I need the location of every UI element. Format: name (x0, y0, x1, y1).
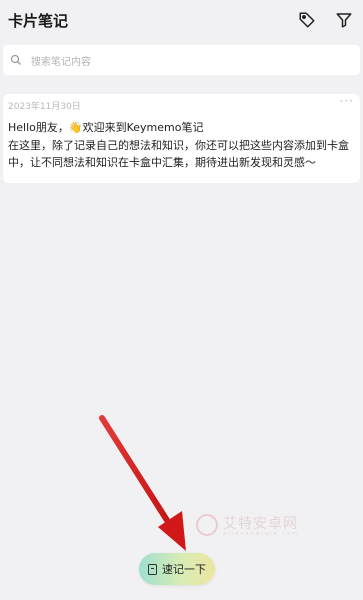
search-icon (10, 51, 22, 70)
note-content: Hello朋友，👋欢迎来到Keymemo笔记 在这里，除了记录自己的想法和知识，… (8, 119, 356, 172)
watermark-subtext: aitenandroid.com (223, 531, 299, 537)
note-card[interactable]: 2023年11月30日 ··· Hello朋友，👋欢迎来到Keymemo笔记 在… (3, 94, 360, 183)
watermark-text: 艾特安卓网 (223, 516, 298, 532)
waving-hand-icon: 👋 (68, 121, 83, 134)
watermark-logo-icon (196, 514, 218, 536)
quick-note-button[interactable]: 速记一下 (139, 553, 215, 585)
page-title: 卡片笔记 (8, 12, 69, 30)
search-input[interactable]: 搜索笔记内容 (31, 53, 91, 68)
red-arrow-annotation (99, 415, 186, 551)
note-welcome: 欢迎来到Keymemo笔记 (82, 121, 204, 134)
watermark: 艾特安卓网 aitenandroid.com (196, 512, 316, 540)
quick-note-label: 速记一下 (162, 563, 206, 576)
search-bar[interactable]: 搜索笔记内容 (3, 45, 360, 75)
note-icon (148, 563, 157, 575)
filter-icon[interactable] (334, 10, 354, 30)
note-date: 2023年11月30日 (8, 102, 81, 112)
app-header: 卡片笔记 (0, 0, 363, 42)
more-options-icon[interactable]: ··· (340, 94, 354, 108)
tag-icon[interactable] (297, 10, 317, 30)
note-greeting: Hello朋友， (8, 121, 69, 134)
note-body: 在这里，除了记录自己的想法和知识，你还可以把这些内容添加到卡盒中，让不同想法和知… (8, 138, 349, 170)
